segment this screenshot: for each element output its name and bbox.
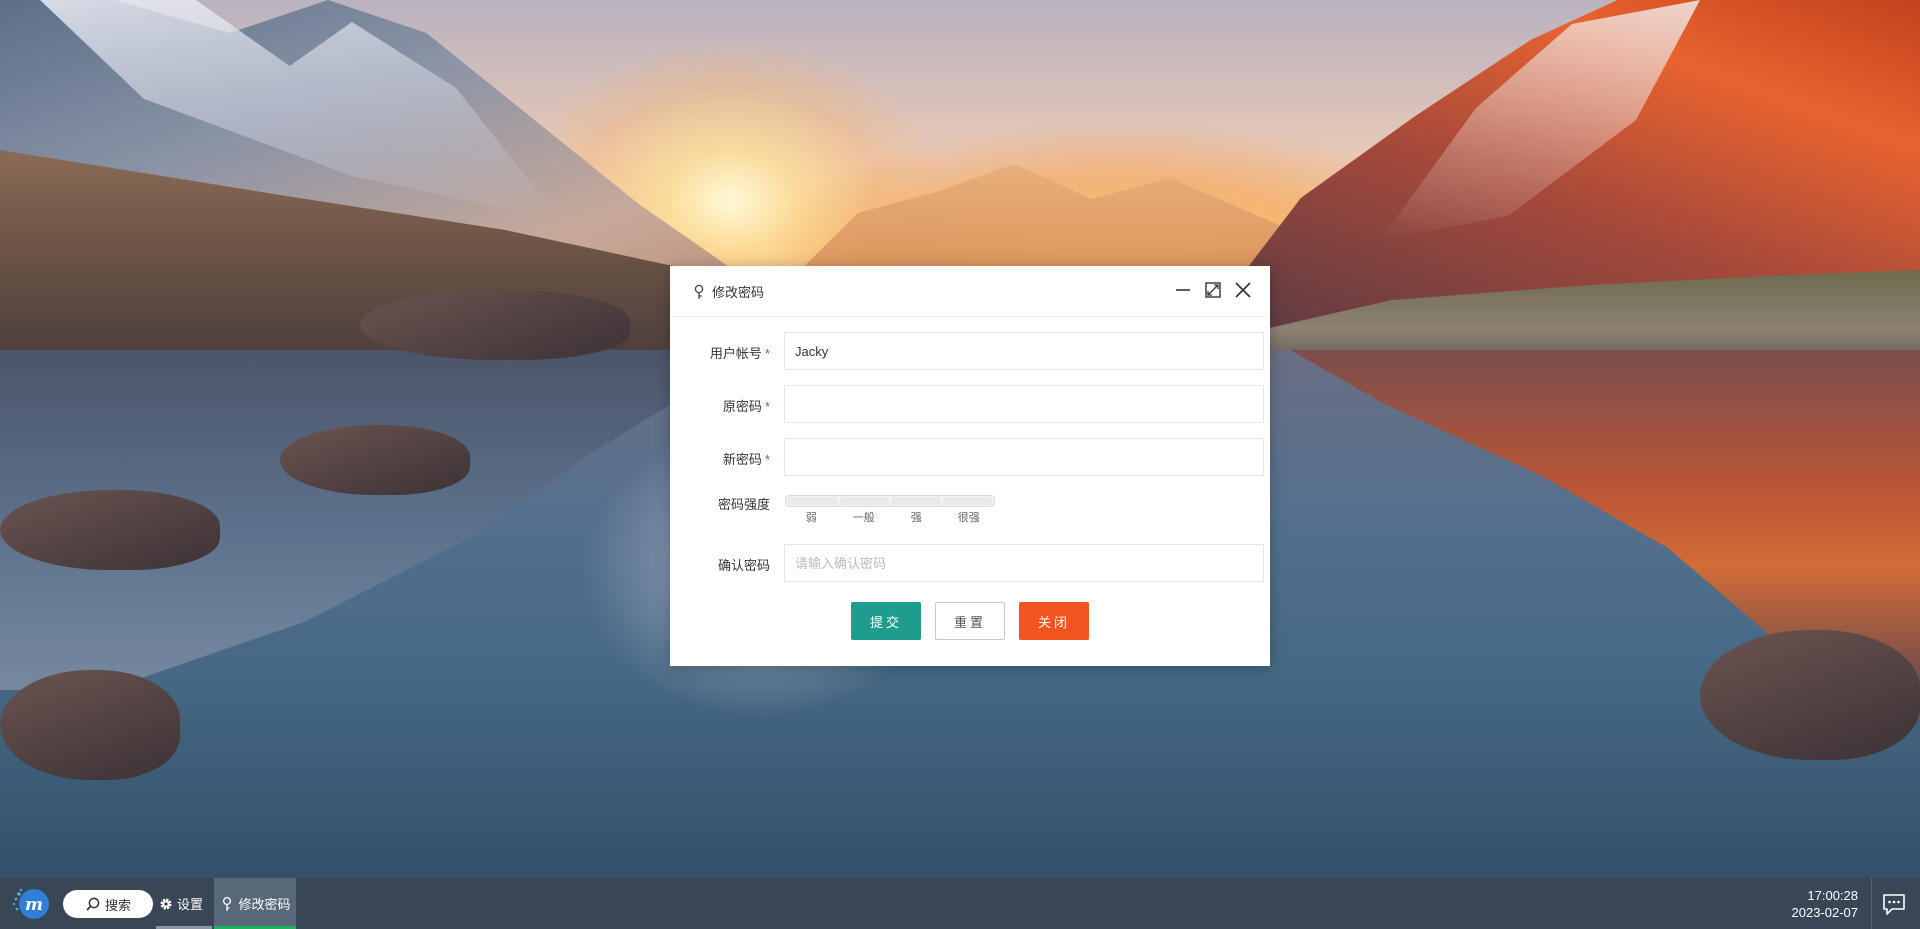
password-strength-row: 密码强度 弱 一般 强 很强 xyxy=(670,491,1270,529)
clock-time: 17:00:28 xyxy=(1807,888,1858,903)
new-password-label: 新密码 * xyxy=(722,452,770,467)
strength-segment xyxy=(942,497,992,505)
taskbar-settings[interactable]: 设置 xyxy=(156,878,214,929)
required-mark: * xyxy=(764,452,770,467)
dialog-title-area: 修改密码 xyxy=(692,282,764,301)
strength-segment xyxy=(891,497,941,505)
strength-level-weak: 弱 xyxy=(805,512,817,524)
required-mark: * xyxy=(764,346,770,361)
password-strength-label: 密码强度 xyxy=(717,497,770,512)
wallpaper-rock xyxy=(280,425,470,495)
taskbar-clock[interactable]: 17:00:28 2023-02-07 xyxy=(1792,887,1859,921)
username-row: 用户帐号 * xyxy=(670,332,1270,370)
wallpaper-rock xyxy=(0,490,220,570)
maximize-icon[interactable] xyxy=(1204,281,1222,299)
taskbar-window-change-password[interactable]: 修改密码 xyxy=(214,878,296,929)
password-strength-meter xyxy=(785,495,995,507)
key-icon xyxy=(223,896,232,911)
gear-icon xyxy=(160,898,172,909)
required-mark: * xyxy=(764,399,770,414)
strength-level-labels: 弱 一般 强 很强 xyxy=(785,509,995,525)
logo-m-icon[interactable]: m xyxy=(8,885,56,923)
strength-level-very-strong: 很强 xyxy=(957,512,980,524)
search-label: 搜索 xyxy=(104,897,131,913)
taskbar-divider xyxy=(1871,878,1872,929)
search-button[interactable]: 搜索 xyxy=(63,890,153,918)
submit-button[interactable]: 提交 xyxy=(851,602,921,640)
dialog-header[interactable]: 修改密码 xyxy=(670,266,1270,317)
svg-text:m: m xyxy=(25,895,43,915)
clock-date: 2023-02-07 xyxy=(1791,905,1859,920)
dialog-title: 修改密码 xyxy=(712,285,765,300)
old-password-row: 原密码 * xyxy=(670,385,1270,423)
change-password-dialog: 修改密码 用户帐号* 原密码* 新密码 xyxy=(670,266,1270,666)
old-password-label: 原密码 * xyxy=(722,399,770,414)
taskbar-window-label: 修改密码 xyxy=(238,897,291,912)
new-password-row: 新密码 * xyxy=(670,438,1270,476)
key-icon xyxy=(694,284,704,299)
dialog-window-controls xyxy=(1174,281,1252,299)
strength-level-medium: 一般 xyxy=(852,512,875,524)
search-icon xyxy=(86,897,100,911)
message-icon[interactable] xyxy=(1880,890,1908,918)
new-password-input[interactable] xyxy=(784,438,1264,476)
minimize-icon[interactable] xyxy=(1174,281,1192,299)
strength-segment xyxy=(839,497,889,505)
username-label: 用户帐号 * xyxy=(709,346,770,361)
taskbar: m 搜索 设置 修改密码 17:00:28 2023-02-07 xyxy=(0,878,1920,929)
username-input[interactable] xyxy=(784,332,1264,370)
close-button[interactable]: 关闭 xyxy=(1019,602,1089,640)
confirm-password-label: 确认密码 xyxy=(717,558,770,573)
reset-button[interactable]: 重置 xyxy=(935,602,1005,640)
old-password-input[interactable] xyxy=(784,385,1264,423)
strength-segment xyxy=(788,497,838,505)
settings-label: 设置 xyxy=(177,897,204,912)
confirm-password-row: 确认密码 xyxy=(670,544,1270,582)
close-icon[interactable] xyxy=(1234,281,1252,299)
wallpaper-rock xyxy=(1700,630,1920,760)
wallpaper-rock xyxy=(0,670,180,780)
strength-level-strong: 强 xyxy=(910,512,922,524)
wallpaper-rock xyxy=(360,290,630,360)
confirm-password-input[interactable] xyxy=(784,544,1264,582)
